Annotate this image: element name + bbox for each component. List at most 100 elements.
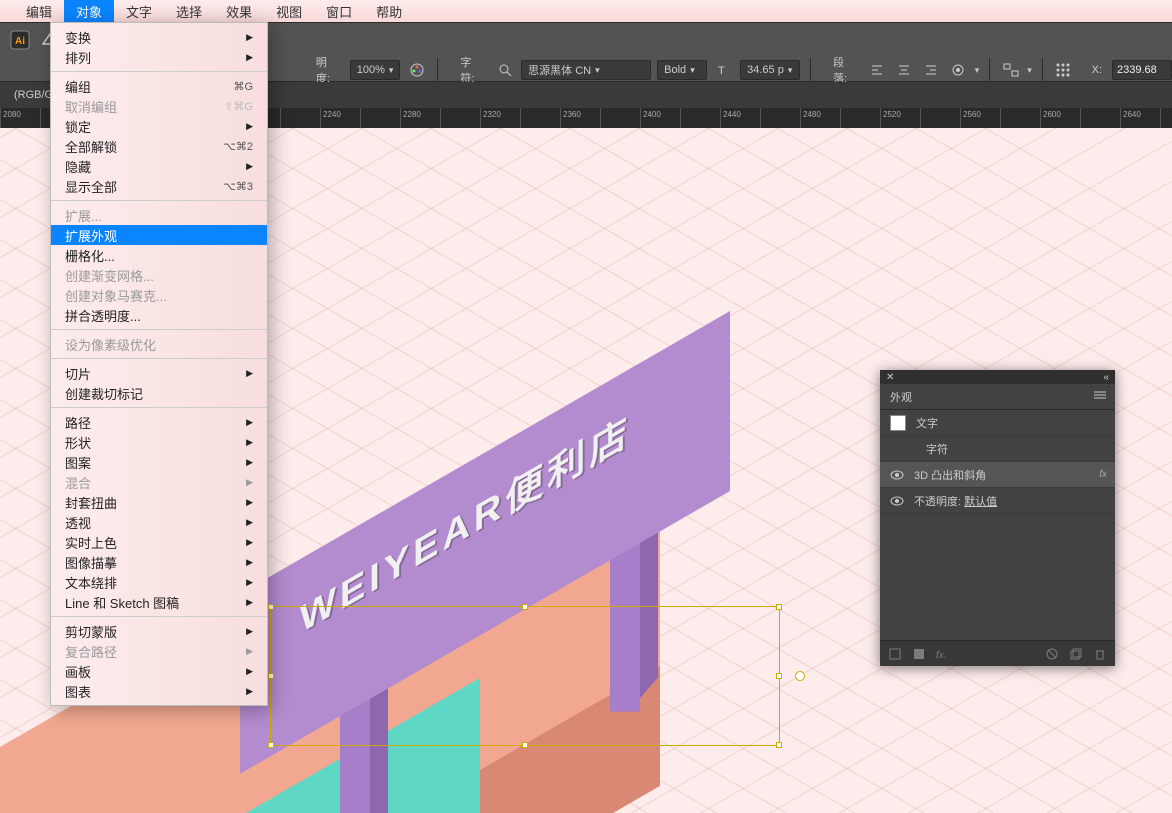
menu-item[interactable]: 文本绕排▶ bbox=[51, 572, 267, 592]
duplicate-item-icon[interactable] bbox=[1069, 647, 1083, 661]
appearance-row-3d-effect[interactable]: 3D 凸出和斜角 fx bbox=[880, 462, 1115, 488]
rotate-handle[interactable] bbox=[795, 671, 805, 681]
ruler-tick bbox=[440, 108, 480, 128]
submenu-arrow-icon: ▶ bbox=[246, 457, 253, 468]
x-position-field[interactable]: 2339.68 bbox=[1112, 60, 1172, 80]
selection-bounding-box[interactable] bbox=[270, 606, 780, 746]
menu-edit[interactable]: 编辑 bbox=[14, 0, 64, 22]
panel-menu-icon[interactable] bbox=[1093, 390, 1107, 403]
font-style-field[interactable]: Bold▾ bbox=[657, 60, 707, 80]
ruler-tick: 2360 bbox=[560, 108, 600, 128]
appearance-row-type[interactable]: 文字 bbox=[880, 410, 1115, 436]
menu-item[interactable]: 图案▶ bbox=[51, 452, 267, 472]
opacity-field[interactable]: 100%▾ bbox=[350, 60, 401, 80]
menu-item[interactable]: 实时上色▶ bbox=[51, 532, 267, 552]
ruler-tick bbox=[600, 108, 640, 128]
visibility-toggle-icon[interactable] bbox=[890, 468, 904, 482]
submenu-arrow-icon: ▶ bbox=[246, 368, 253, 379]
ruler-tick: 2640 bbox=[1120, 108, 1160, 128]
submenu-arrow-icon: ▶ bbox=[246, 557, 253, 568]
menu-item[interactable]: 画板▶ bbox=[51, 661, 267, 681]
menu-item[interactable]: 路径▶ bbox=[51, 412, 267, 432]
menu-item[interactable]: 拼合透明度... bbox=[51, 305, 267, 325]
menu-item[interactable]: 排列▶ bbox=[51, 47, 267, 67]
menu-object[interactable]: 对象 bbox=[64, 0, 114, 22]
reference-point-icon[interactable] bbox=[1053, 60, 1074, 80]
menu-effect[interactable]: 效果 bbox=[214, 0, 264, 22]
menu-separator bbox=[51, 329, 267, 330]
font-size-field[interactable]: 34.65 p▾ bbox=[740, 60, 800, 80]
ruler-tick: 2240 bbox=[320, 108, 360, 128]
fx-indicator[interactable]: fx bbox=[1099, 469, 1107, 480]
menu-item[interactable]: 锁定▶ bbox=[51, 116, 267, 136]
font-family-field[interactable]: 思源黑体 CN▾ bbox=[521, 60, 651, 80]
ruler-tick: 2600 bbox=[1040, 108, 1080, 128]
menu-item[interactable]: 编组⌘G bbox=[51, 76, 267, 96]
ruler-tick: 2080 bbox=[0, 108, 40, 128]
menu-item: 混合▶ bbox=[51, 472, 267, 492]
panel-title[interactable]: 外观 bbox=[890, 389, 912, 405]
align-center-icon[interactable] bbox=[894, 60, 915, 80]
submenu-arrow-icon: ▶ bbox=[246, 626, 253, 637]
fill-swatch[interactable] bbox=[890, 415, 906, 431]
submenu-arrow-icon: ▶ bbox=[246, 686, 253, 697]
menu-item[interactable]: 透视▶ bbox=[51, 512, 267, 532]
submenu-arrow-icon: ▶ bbox=[246, 577, 253, 588]
new-fill-icon[interactable] bbox=[888, 647, 902, 661]
app-logo-icon: Ai bbox=[8, 28, 32, 52]
align-left-icon[interactable] bbox=[867, 60, 888, 80]
submenu-arrow-icon: ▶ bbox=[246, 121, 253, 132]
menu-help[interactable]: 帮助 bbox=[364, 0, 414, 22]
submenu-arrow-icon: ▶ bbox=[246, 477, 253, 488]
menu-item[interactable]: 形状▶ bbox=[51, 432, 267, 452]
panel-collapse-icon[interactable]: « bbox=[1103, 372, 1109, 383]
delete-item-icon[interactable] bbox=[1093, 647, 1107, 661]
menu-item[interactable]: 隐藏▶ bbox=[51, 156, 267, 176]
panel-close-icon[interactable]: ✕ bbox=[886, 372, 894, 383]
menu-item[interactable]: 图表▶ bbox=[51, 681, 267, 701]
ruler-tick: 2400 bbox=[640, 108, 680, 128]
object-menu-dropdown: 变换▶排列▶编组⌘G取消编组⇧⌘G锁定▶全部解锁⌥⌘2隐藏▶显示全部⌥⌘3扩展.… bbox=[50, 22, 268, 706]
menu-item: 扩展... bbox=[51, 205, 267, 225]
ruler-tick: 2520 bbox=[880, 108, 920, 128]
transform-icon[interactable] bbox=[1000, 60, 1021, 80]
menu-item[interactable]: 切片▶ bbox=[51, 363, 267, 383]
submenu-arrow-icon: ▶ bbox=[246, 666, 253, 677]
visibility-toggle-icon[interactable] bbox=[890, 494, 904, 508]
appearance-row-characters[interactable]: 字符 bbox=[880, 436, 1115, 462]
align-to-icon[interactable] bbox=[948, 60, 969, 80]
menu-item: 创建渐变网格... bbox=[51, 265, 267, 285]
ruler-tick: 2320 bbox=[480, 108, 520, 128]
new-stroke-icon[interactable] bbox=[912, 647, 926, 661]
menu-item[interactable]: 剪切蒙版▶ bbox=[51, 621, 267, 641]
menu-item[interactable]: 显示全部⌥⌘3 bbox=[51, 176, 267, 196]
menu-item[interactable]: 图像描摹▶ bbox=[51, 552, 267, 572]
submenu-arrow-icon: ▶ bbox=[246, 646, 253, 657]
ruler-tick bbox=[280, 108, 320, 128]
menu-item[interactable]: Line 和 Sketch 图稿▶ bbox=[51, 592, 267, 612]
ruler-tick: 2440 bbox=[720, 108, 760, 128]
menu-window[interactable]: 窗口 bbox=[314, 0, 364, 22]
ruler-tick bbox=[520, 108, 560, 128]
menu-item[interactable]: 全部解锁⌥⌘2 bbox=[51, 136, 267, 156]
appearance-row-opacity[interactable]: 不透明度: 默认值 bbox=[880, 488, 1115, 514]
menu-separator bbox=[51, 71, 267, 72]
svg-text:T: T bbox=[718, 65, 725, 77]
menu-type[interactable]: 文字 bbox=[114, 0, 164, 22]
recolor-artwork-icon[interactable] bbox=[406, 60, 427, 80]
ruler-tick bbox=[840, 108, 880, 128]
align-right-icon[interactable] bbox=[921, 60, 942, 80]
menu-select[interactable]: 选择 bbox=[164, 0, 214, 22]
menu-item[interactable]: 封套扭曲▶ bbox=[51, 492, 267, 512]
menu-item[interactable]: 变换▶ bbox=[51, 27, 267, 47]
submenu-arrow-icon: ▶ bbox=[246, 161, 253, 172]
menu-view[interactable]: 视图 bbox=[264, 0, 314, 22]
menu-item[interactable]: 扩展外观 bbox=[51, 225, 267, 245]
add-effect-icon[interactable]: fx. bbox=[936, 647, 950, 661]
menu-item[interactable]: 栅格化... bbox=[51, 245, 267, 265]
ruler-tick bbox=[1160, 108, 1172, 128]
menu-item[interactable]: 创建裁切标记 bbox=[51, 383, 267, 403]
menu-separator bbox=[51, 616, 267, 617]
search-icon[interactable] bbox=[494, 60, 515, 80]
clear-appearance-icon[interactable] bbox=[1045, 647, 1059, 661]
